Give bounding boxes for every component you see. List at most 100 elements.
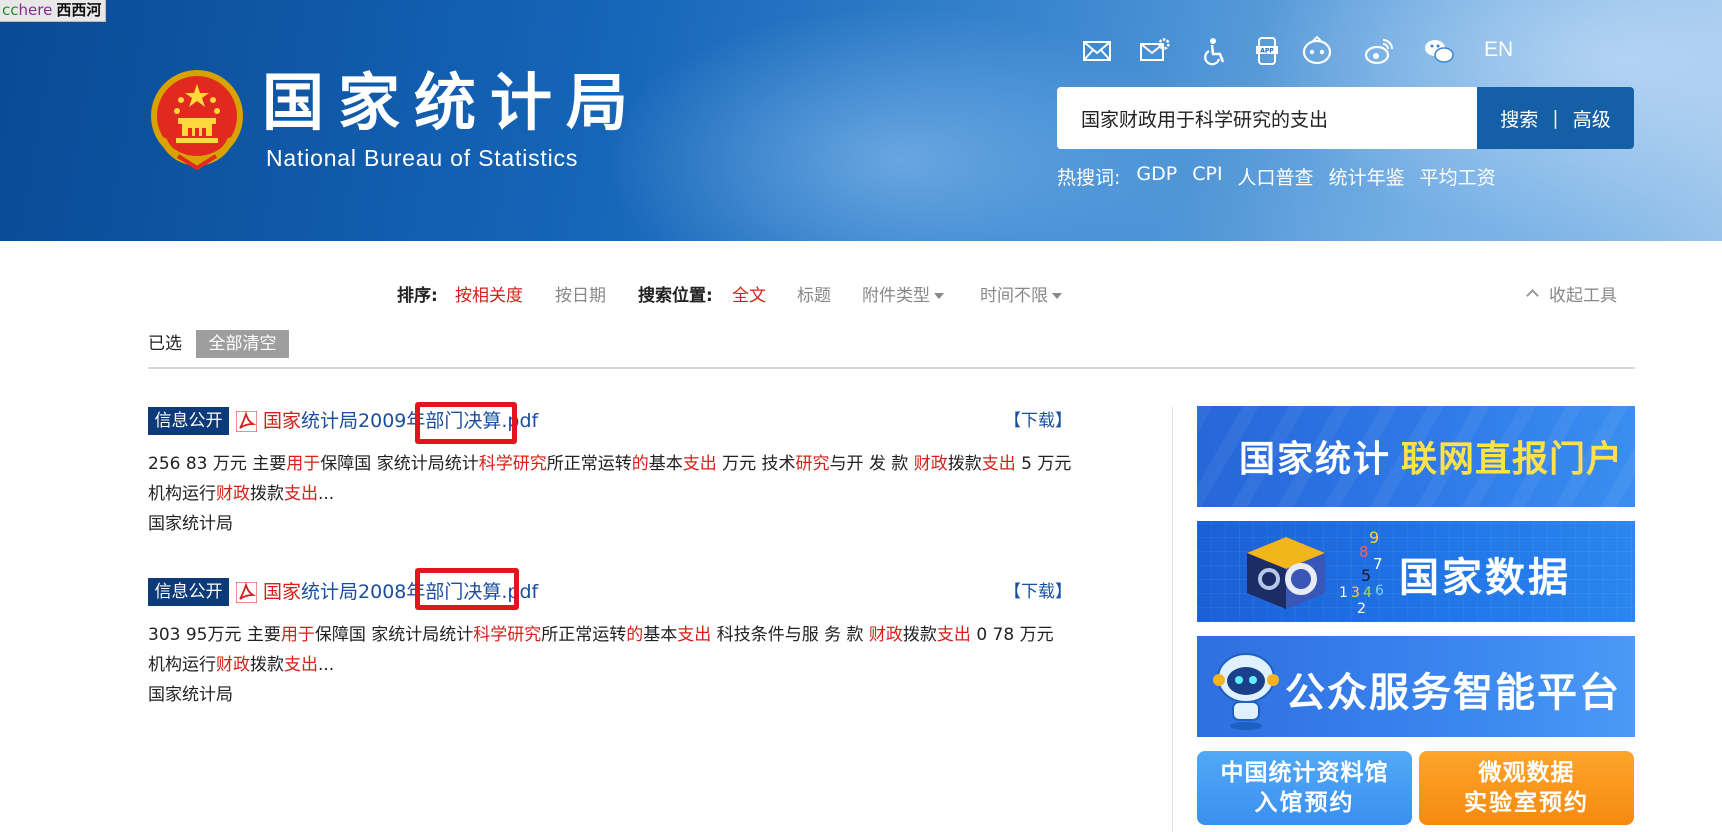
- site-logo-chinese[interactable]: 国家统计局: [262, 66, 642, 140]
- snippet-keyword: 支出: [682, 454, 717, 474]
- snippet-text: 保障国 家统计局统计: [320, 454, 479, 474]
- snippet-text: 303 95万元 主要: [148, 625, 281, 645]
- position-title[interactable]: 标题: [797, 282, 831, 310]
- svg-text:7: 7: [1373, 555, 1383, 573]
- result-title-rest: 统计局2009年部门决算.pdf: [301, 410, 539, 432]
- svg-text:APP: APP: [1260, 48, 1274, 55]
- pdf-icon: [236, 582, 257, 603]
- result-category-tag[interactable]: 信息公开: [148, 578, 229, 606]
- snippet-text: 拨款: [250, 655, 284, 675]
- chevron-down-icon: [1052, 293, 1062, 299]
- banner-public-service-platform[interactable]: 公众服务智能平台: [1197, 636, 1635, 737]
- banner-online-reporting-portal[interactable]: 国家统计 联网直报门户: [1197, 406, 1635, 507]
- result-title-row: 信息公开 国家统计局2008年部门决算.pdf 【下载】: [148, 578, 1072, 608]
- snippet-text: 所正常运转: [541, 625, 627, 645]
- hot-word-census[interactable]: 人口普查: [1238, 163, 1314, 190]
- site-logo-english[interactable]: National Bureau of Statistics: [266, 143, 578, 173]
- banner-microdata-lab-reservation[interactable]: 微观数据 实验室预约: [1419, 751, 1634, 825]
- attachment-type-dropdown[interactable]: 附件类型: [862, 282, 944, 310]
- snippet-keyword: 支出: [981, 454, 1016, 474]
- snippet-text: ...: [318, 655, 335, 675]
- clear-all-button[interactable]: 全部清空: [196, 330, 289, 358]
- svg-text:9: 9: [1369, 528, 1379, 547]
- search-input[interactable]: [1057, 87, 1501, 149]
- svg-text:5: 5: [1361, 566, 1371, 585]
- banner-text: 入馆预约: [1254, 790, 1355, 816]
- banner-text: 公众服务智能平台: [1285, 670, 1621, 716]
- mail-settings-icon[interactable]: [1138, 34, 1172, 68]
- result-title-link[interactable]: 国家统计局2009年部门决算.pdf: [263, 407, 538, 435]
- banner-text: 国家数据: [1399, 555, 1571, 601]
- snippet-keyword: 研究: [795, 454, 830, 474]
- sort-by-date[interactable]: 按日期: [555, 282, 606, 310]
- accessibility-icon[interactable]: [1198, 34, 1232, 68]
- filter-divider: [148, 367, 1635, 369]
- language-switch-en[interactable]: EN: [1484, 38, 1513, 62]
- weibo-icon[interactable]: [1362, 34, 1396, 68]
- result-title-row: 信息公开 国家统计局2009年部门决算.pdf 【下载】: [148, 407, 1072, 437]
- hot-word-average-wage[interactable]: 平均工资: [1420, 163, 1496, 190]
- robot-mascot-icon: [1213, 653, 1279, 730]
- search-result: 信息公开 国家统计局2008年部门决算.pdf 【下载】 303 95万元 主要…: [148, 578, 1072, 710]
- svg-text:3: 3: [1351, 585, 1360, 601]
- snippet-text: 拨款: [902, 625, 937, 645]
- snippet-text: 与开 发 款: [829, 454, 914, 474]
- chevron-up-icon: [1526, 289, 1539, 302]
- hot-word-yearbook[interactable]: 统计年鉴: [1329, 163, 1405, 190]
- mail-icon[interactable]: [1080, 34, 1114, 68]
- sort-by-relevance[interactable]: 按相关度: [455, 282, 523, 310]
- data-cube-icon: [1247, 537, 1325, 609]
- snippet-keyword: 支出: [936, 625, 971, 645]
- hot-word-gdp[interactable]: GDP: [1136, 163, 1177, 190]
- hot-search-label: 热搜词:: [1057, 167, 1121, 189]
- cchere-overlay[interactable]: cchere 西西河: [0, 0, 107, 22]
- hot-word-cpi[interactable]: CPI: [1192, 163, 1222, 190]
- collapse-tools-label: 收起工具: [1549, 286, 1617, 306]
- snippet-text: 基本: [643, 625, 678, 645]
- snippet-keyword: 财政: [216, 655, 250, 675]
- snippet-keyword: 科学研究: [473, 625, 542, 645]
- advanced-search-button[interactable]: 高级: [1573, 105, 1611, 132]
- snippet-keyword: 支出: [284, 655, 318, 675]
- overlay-text-xixihe: 西西河: [56, 1, 102, 19]
- wechat-icon[interactable]: [1422, 34, 1456, 68]
- national-emblem-logo[interactable]: [148, 66, 246, 170]
- snippet-text: 256 83 万元 主要: [148, 454, 287, 474]
- snippet-keyword: 科学研究: [478, 454, 547, 474]
- attachment-type-label: 附件类型: [862, 286, 930, 306]
- download-link[interactable]: 【下载】: [1004, 407, 1072, 435]
- sort-label: 排序:: [397, 286, 438, 306]
- result-title-link[interactable]: 国家统计局2008年部门决算.pdf: [263, 578, 538, 606]
- banner-national-data[interactable]: 9 8 7 5 1 3 4 6 2 国家数据: [1197, 521, 1635, 622]
- banner-text: 实验室预约: [1464, 790, 1589, 816]
- chevron-down-icon: [934, 293, 944, 299]
- result-source: 国家统计局: [148, 685, 233, 705]
- search-actions: 搜索 | 高级: [1477, 87, 1634, 149]
- result-category-tag[interactable]: 信息公开: [148, 407, 229, 435]
- time-range-label: 时间不限: [980, 286, 1048, 306]
- svg-text:2: 2: [1357, 601, 1366, 617]
- banner-text: 中国统计资料馆: [1220, 760, 1389, 786]
- banner-text: 微观数据: [1478, 760, 1575, 786]
- pdf-icon: [236, 411, 257, 432]
- snippet-text: 拨款: [250, 484, 284, 504]
- numbers-decoration-icon: 9 8 7 5 1 3 4 6 2: [1339, 528, 1384, 617]
- time-range-dropdown[interactable]: 时间不限: [980, 282, 1062, 310]
- banner-statistics-library-reservation[interactable]: 中国统计资料馆 入馆预约: [1197, 751, 1412, 825]
- snippet-text: ...: [318, 484, 335, 504]
- svg-text:1: 1: [1339, 585, 1348, 601]
- download-link[interactable]: 【下载】: [1004, 578, 1072, 606]
- search-button[interactable]: 搜索: [1500, 105, 1538, 132]
- result-snippet: 256 83 万元 主要用于保障国 家统计局统计科学研究所正常运转的基本支出 万…: [148, 449, 1072, 509]
- app-icon[interactable]: APP: [1250, 34, 1284, 68]
- snippet-keyword: 财政: [868, 625, 903, 645]
- result-title-rest: 统计局2008年部门决算.pdf: [301, 581, 539, 603]
- robot-icon[interactable]: [1300, 34, 1334, 68]
- collapse-tools-button[interactable]: 收起工具: [1526, 282, 1617, 310]
- snippet-text: 科技条件与服 务 款: [711, 625, 869, 645]
- snippet-keyword: 支出: [677, 625, 712, 645]
- position-full-text[interactable]: 全文: [732, 282, 766, 310]
- search-position-label: 搜索位置:: [638, 286, 713, 306]
- result-snippet: 303 95万元 主要用于保障国 家统计局统计科学研究所正常运转的基本支出 科技…: [148, 620, 1072, 680]
- snippet-text: 保障国 家统计局统计: [314, 625, 474, 645]
